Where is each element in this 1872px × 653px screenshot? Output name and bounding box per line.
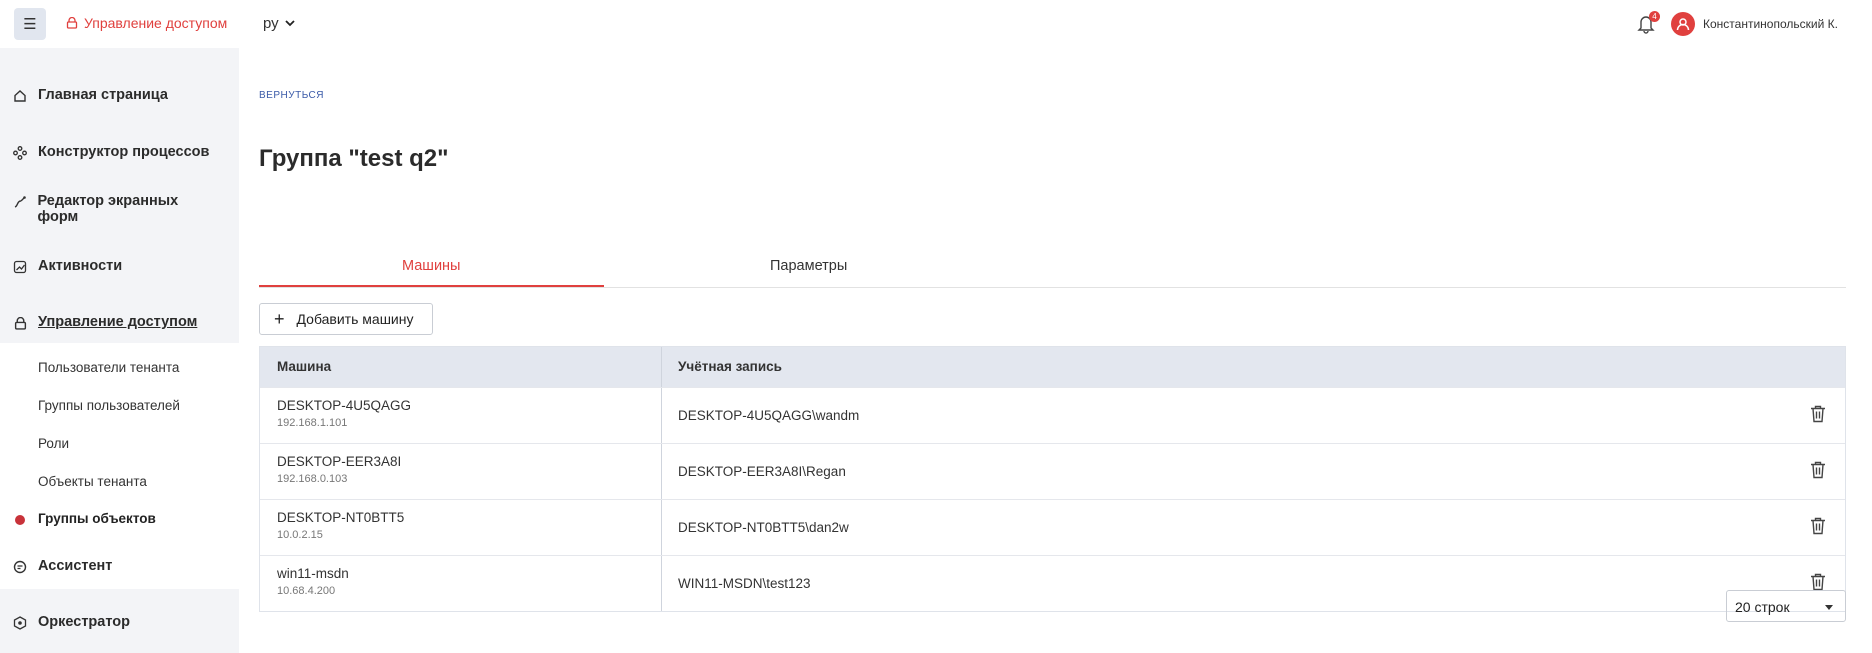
trash-icon xyxy=(1811,573,1825,591)
rows-per-page-select[interactable]: 20 строк xyxy=(1726,590,1846,622)
column-header-machine[interactable]: Машина xyxy=(277,359,331,374)
delete-button[interactable] xyxy=(1810,461,1826,484)
access-nav-icon xyxy=(12,315,28,331)
trash-icon xyxy=(1811,461,1825,479)
sidebar-item-form-editor[interactable]: Редактор экранных форм xyxy=(12,193,217,225)
current-item-dot xyxy=(15,515,25,525)
trash-icon xyxy=(1811,405,1825,423)
sidebar-item-home[interactable]: Главная страница xyxy=(12,87,168,104)
sidebar-subitem-user-groups[interactable]: Группы пользователей xyxy=(38,398,180,413)
delete-button[interactable] xyxy=(1810,517,1826,540)
app-title[interactable]: Управление доступом xyxy=(66,15,227,31)
machine-name: DESKTOP-4U5QAGG xyxy=(277,398,412,413)
column-divider xyxy=(661,500,662,555)
hamburger-icon: ☰ xyxy=(23,16,37,33)
machine-name: DESKTOP-EER3A8I xyxy=(277,454,402,469)
forms-icon xyxy=(12,194,27,210)
column-divider xyxy=(661,444,662,499)
sidebar-subitem-tenant-users[interactable]: Пользователи тенанта xyxy=(38,360,179,375)
machine-ip: 192.168.1.101 xyxy=(277,417,348,429)
access-section xyxy=(0,343,239,589)
delete-button[interactable] xyxy=(1810,405,1826,428)
sidebar-item-access[interactable]: Управление доступом xyxy=(12,314,197,331)
activity-icon xyxy=(12,259,28,275)
account-name: WIN11-MSDN\test123 xyxy=(678,576,811,591)
sidebar-subitem-object-groups[interactable]: Группы объектов xyxy=(38,511,156,526)
sidebar-item-activities[interactable]: Активности xyxy=(12,258,122,275)
hamburger-menu-button[interactable]: ☰ xyxy=(14,8,46,40)
active-tab-underline xyxy=(259,285,604,287)
column-header-account[interactable]: Учётная запись xyxy=(678,359,782,374)
username[interactable]: Константинопольский К. xyxy=(1703,17,1838,31)
back-link[interactable]: ВЕРНУТЬСЯ xyxy=(259,90,324,101)
user-icon xyxy=(1676,18,1690,31)
chevron-down-icon xyxy=(285,20,295,27)
access-icon xyxy=(66,17,78,29)
notifications-badge: 4 xyxy=(1649,11,1660,22)
column-divider xyxy=(661,556,662,611)
machine-name: win11-msdn xyxy=(277,566,349,581)
assistant-icon xyxy=(12,559,28,575)
avatar[interactable] xyxy=(1671,12,1695,36)
machines-table: Машина Учётная запись DESKTOP-4U5QAGG 19… xyxy=(259,346,1846,612)
sidebar: Главная страница Конструктор процессов Р… xyxy=(0,48,239,653)
column-divider xyxy=(661,347,662,387)
add-machine-button[interactable]: + Добавить машину xyxy=(259,303,433,335)
machine-ip: 10.68.4.200 xyxy=(277,585,336,597)
page-title: Группа "test q2" xyxy=(259,145,449,172)
trash-icon xyxy=(1811,517,1825,535)
machine-name: DESKTOP-NT0BTT5 xyxy=(277,510,405,525)
table-header: Машина Учётная запись xyxy=(260,347,1845,387)
sidebar-item-assistant[interactable]: Ассистент xyxy=(12,558,112,575)
column-divider xyxy=(661,388,662,443)
top-bar: ☰ Управление доступом ру 4 Константинопо… xyxy=(0,0,1872,48)
table-row[interactable]: win11-msdn 10.68.4.200 WIN11-MSDN\test12… xyxy=(260,555,1845,611)
sidebar-subitem-roles[interactable]: Роли xyxy=(38,436,69,451)
tab-parameters[interactable]: Параметры xyxy=(770,258,847,274)
sidebar-item-orchestrator[interactable]: Оркестратор xyxy=(12,614,130,631)
notifications-button[interactable]: 4 xyxy=(1637,11,1660,39)
home-icon xyxy=(12,88,28,104)
tab-machines[interactable]: Машины xyxy=(402,258,460,274)
caret-down-icon xyxy=(1825,605,1833,610)
process-icon xyxy=(12,145,28,161)
main-content: ВЕРНУТЬСЯ Группа "test q2" Машины Параме… xyxy=(239,48,1872,653)
account-name: DESKTOP-NT0BTT5\dan2w xyxy=(678,520,849,535)
account-name: DESKTOP-4U5QAGG\wandm xyxy=(678,408,860,423)
machine-ip: 192.168.0.103 xyxy=(277,473,348,485)
plus-icon: + xyxy=(274,309,285,329)
tabs: Машины Параметры xyxy=(259,240,1846,288)
table-row[interactable]: DESKTOP-EER3A8I 192.168.0.103 DESKTOP-EE… xyxy=(260,443,1845,499)
table-row[interactable]: DESKTOP-4U5QAGG 192.168.1.101 DESKTOP-4U… xyxy=(260,387,1845,443)
machine-ip: 10.0.2.15 xyxy=(277,529,323,541)
orchestrator-icon xyxy=(12,615,28,631)
table-row[interactable]: DESKTOP-NT0BTT5 10.0.2.15 DESKTOP-NT0BTT… xyxy=(260,499,1845,555)
sidebar-subitem-tenant-objects[interactable]: Объекты тенанта xyxy=(38,474,147,489)
account-name: DESKTOP-EER3A8I\Regan xyxy=(678,464,846,479)
language-select[interactable]: ру xyxy=(263,15,295,32)
sidebar-item-process-builder[interactable]: Конструктор процессов xyxy=(12,144,209,161)
